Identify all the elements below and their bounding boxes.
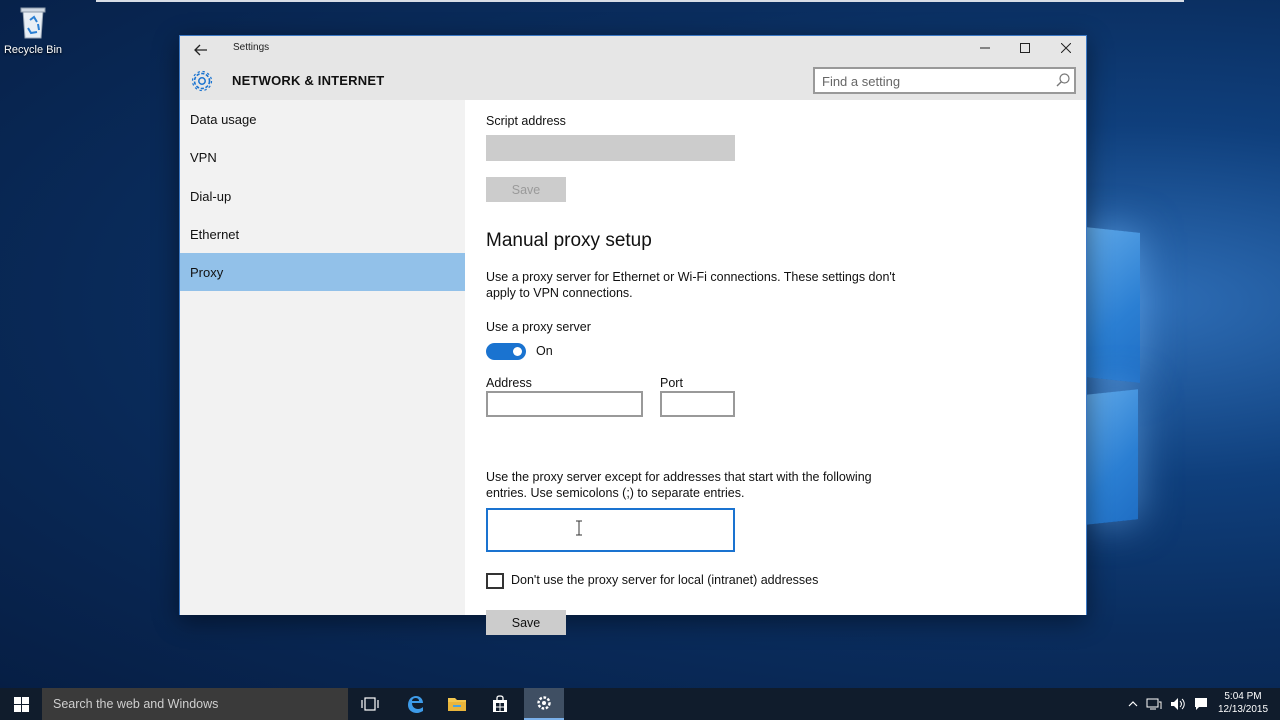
back-button[interactable] bbox=[188, 39, 214, 61]
edge-browser-button[interactable] bbox=[395, 688, 435, 720]
maximize-icon bbox=[1020, 43, 1030, 53]
settings-app-button[interactable] bbox=[524, 688, 564, 720]
manual-proxy-description: Use a proxy server for Ethernet or Wi-Fi… bbox=[486, 270, 896, 300]
sidebar-item-proxy[interactable]: Proxy bbox=[180, 253, 465, 291]
window-title: Settings bbox=[233, 42, 270, 53]
manual-proxy-heading: Manual proxy setup bbox=[486, 230, 652, 251]
back-arrow-icon bbox=[194, 44, 207, 56]
script-save-button: Save bbox=[486, 177, 566, 202]
show-hidden-icons-chevron-icon[interactable] bbox=[1128, 700, 1138, 708]
use-proxy-label: Use a proxy server bbox=[486, 320, 591, 334]
settings-gear-icon bbox=[537, 696, 551, 710]
taskbar: Search the web and Windows 5:04 PM 12/13… bbox=[0, 688, 1280, 720]
minimize-button[interactable] bbox=[965, 36, 1005, 60]
exceptions-description: Use the proxy server except for addresse… bbox=[486, 470, 872, 500]
sidebar-item-label: Data usage bbox=[190, 111, 257, 127]
proxy-settings-content: Script address Save Manual proxy setup U… bbox=[465, 100, 1086, 635]
minimize-icon bbox=[980, 47, 990, 49]
network-icon[interactable] bbox=[1146, 697, 1162, 711]
proxy-exceptions-input[interactable] bbox=[486, 508, 735, 552]
text-cursor-icon bbox=[576, 520, 582, 536]
volume-icon[interactable] bbox=[1170, 697, 1186, 711]
system-tray bbox=[1128, 688, 1218, 720]
store-button[interactable] bbox=[480, 688, 520, 720]
sidebar-item-label: Dial-up bbox=[190, 188, 232, 204]
taskbar-clock[interactable]: 5:04 PM 12/13/2015 bbox=[1212, 690, 1274, 716]
windows-logo-pane bbox=[1086, 389, 1138, 525]
taskbar-search-placeholder: Search the web and Windows bbox=[53, 697, 219, 711]
task-view-button[interactable] bbox=[350, 688, 390, 720]
proxy-address-input[interactable] bbox=[486, 391, 643, 417]
sidebar-item-label: VPN bbox=[190, 149, 217, 165]
desktop-top-edge bbox=[96, 0, 1184, 2]
folder-icon bbox=[448, 698, 466, 711]
script-address-input bbox=[486, 135, 735, 161]
script-address-label: Script address bbox=[486, 114, 566, 128]
sidebar-item-label: Proxy bbox=[190, 264, 224, 280]
recycle-bin-shortcut[interactable]: Recycle Bin bbox=[4, 6, 62, 66]
action-center-icon[interactable] bbox=[1194, 697, 1208, 711]
close-button[interactable] bbox=[1046, 36, 1086, 60]
close-icon bbox=[1061, 43, 1071, 53]
use-proxy-state: On bbox=[536, 344, 553, 358]
find-setting-input[interactable] bbox=[822, 72, 1042, 90]
gear-icon bbox=[191, 70, 213, 92]
windows-logo-pane bbox=[1086, 227, 1140, 383]
sidebar-item-label: Ethernet bbox=[190, 226, 240, 242]
sidebar-item-vpn[interactable]: VPN bbox=[180, 138, 465, 176]
edge-icon bbox=[408, 696, 423, 713]
clock-date: 12/13/2015 bbox=[1217, 704, 1269, 715]
title-bar: Settings NETWORK & INTERNET bbox=[180, 36, 1086, 100]
sidebar-item-ethernet[interactable]: Ethernet bbox=[180, 215, 465, 253]
windows-start-icon bbox=[13, 696, 29, 712]
address-label: Address bbox=[486, 376, 532, 390]
use-proxy-toggle[interactable] bbox=[486, 343, 526, 360]
port-label: Port bbox=[660, 376, 683, 390]
proxy-port-input[interactable] bbox=[660, 391, 735, 417]
bypass-local-label: Don't use the proxy server for local (in… bbox=[511, 573, 819, 587]
recycle-bin-label: Recycle Bin bbox=[3, 44, 63, 56]
file-explorer-button[interactable] bbox=[437, 688, 477, 720]
settings-window: Settings NETWORK & INTERNET Data usage bbox=[179, 35, 1087, 635]
sidebar: Data usage VPN Dial-up Ethernet Proxy bbox=[180, 100, 465, 615]
taskbar-search-box[interactable]: Search the web and Windows bbox=[42, 688, 348, 720]
section-title: NETWORK & INTERNET bbox=[232, 73, 385, 88]
sidebar-item-dial-up[interactable]: Dial-up bbox=[180, 177, 465, 215]
sidebar-item-data-usage[interactable]: Data usage bbox=[180, 100, 465, 138]
maximize-button[interactable] bbox=[1005, 36, 1045, 60]
proxy-save-button[interactable]: Save bbox=[486, 610, 566, 635]
store-bag-icon bbox=[493, 695, 507, 712]
recycle-bin-icon bbox=[20, 7, 46, 39]
toggle-knob bbox=[513, 347, 522, 356]
bypass-local-checkbox[interactable] bbox=[486, 573, 504, 589]
clock-time: 5:04 PM bbox=[1224, 691, 1262, 702]
find-setting-search-box[interactable] bbox=[813, 67, 1076, 94]
search-icon[interactable] bbox=[1055, 72, 1071, 88]
start-button[interactable] bbox=[0, 688, 42, 720]
task-view-icon bbox=[361, 697, 379, 711]
